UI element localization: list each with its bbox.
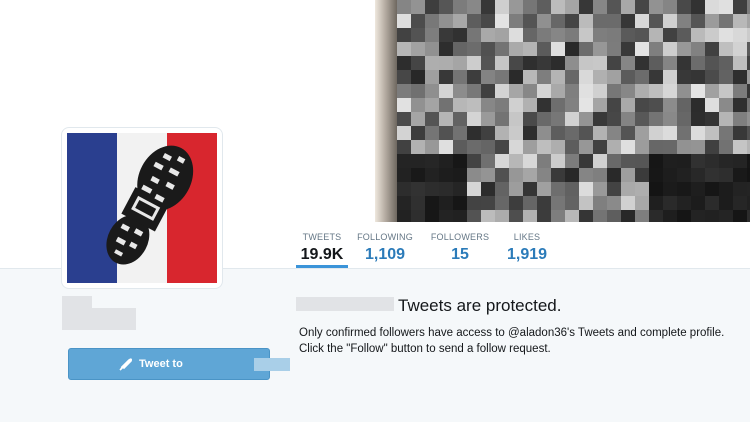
protected-tweets-title: Tweets are protected.: [398, 296, 562, 315]
banner-pixelation: [397, 0, 750, 222]
tweet-to-label: Tweet to: [139, 358, 183, 370]
stat-value: 19.9K: [300, 246, 344, 263]
tweets-stat-tab[interactable]: TWEETS 19.9K: [296, 232, 348, 268]
redacted-handle: [254, 358, 290, 371]
quill-icon: [119, 358, 133, 371]
stat-label: FOLLOWERS: [430, 232, 490, 242]
stat-label: TWEETS: [302, 232, 342, 242]
following-stat-tab[interactable]: FOLLOWING 1,109: [356, 232, 414, 264]
followers-stat-tab[interactable]: FOLLOWERS 15: [430, 232, 490, 264]
protected-tweets-message: Only confirmed followers have access to …: [299, 327, 725, 355]
profile-avatar[interactable]: [62, 128, 222, 288]
flag-boot-print-image: [67, 133, 217, 283]
tweet-to-button[interactable]: Tweet to: [68, 348, 290, 380]
stat-value: 15: [451, 246, 469, 263]
stat-label: FOLLOWING: [357, 232, 413, 242]
banner-frame-edge: [375, 0, 397, 222]
redacted-username: [62, 308, 136, 330]
profile-banner-image: [375, 0, 750, 222]
stat-value: 1,109: [364, 246, 406, 263]
likes-stat-tab[interactable]: LIKES 1,919: [505, 232, 549, 264]
redacted-name-in-title: [296, 297, 394, 311]
stat-value: 1,919: [506, 246, 548, 263]
stat-label: LIKES: [513, 232, 541, 242]
